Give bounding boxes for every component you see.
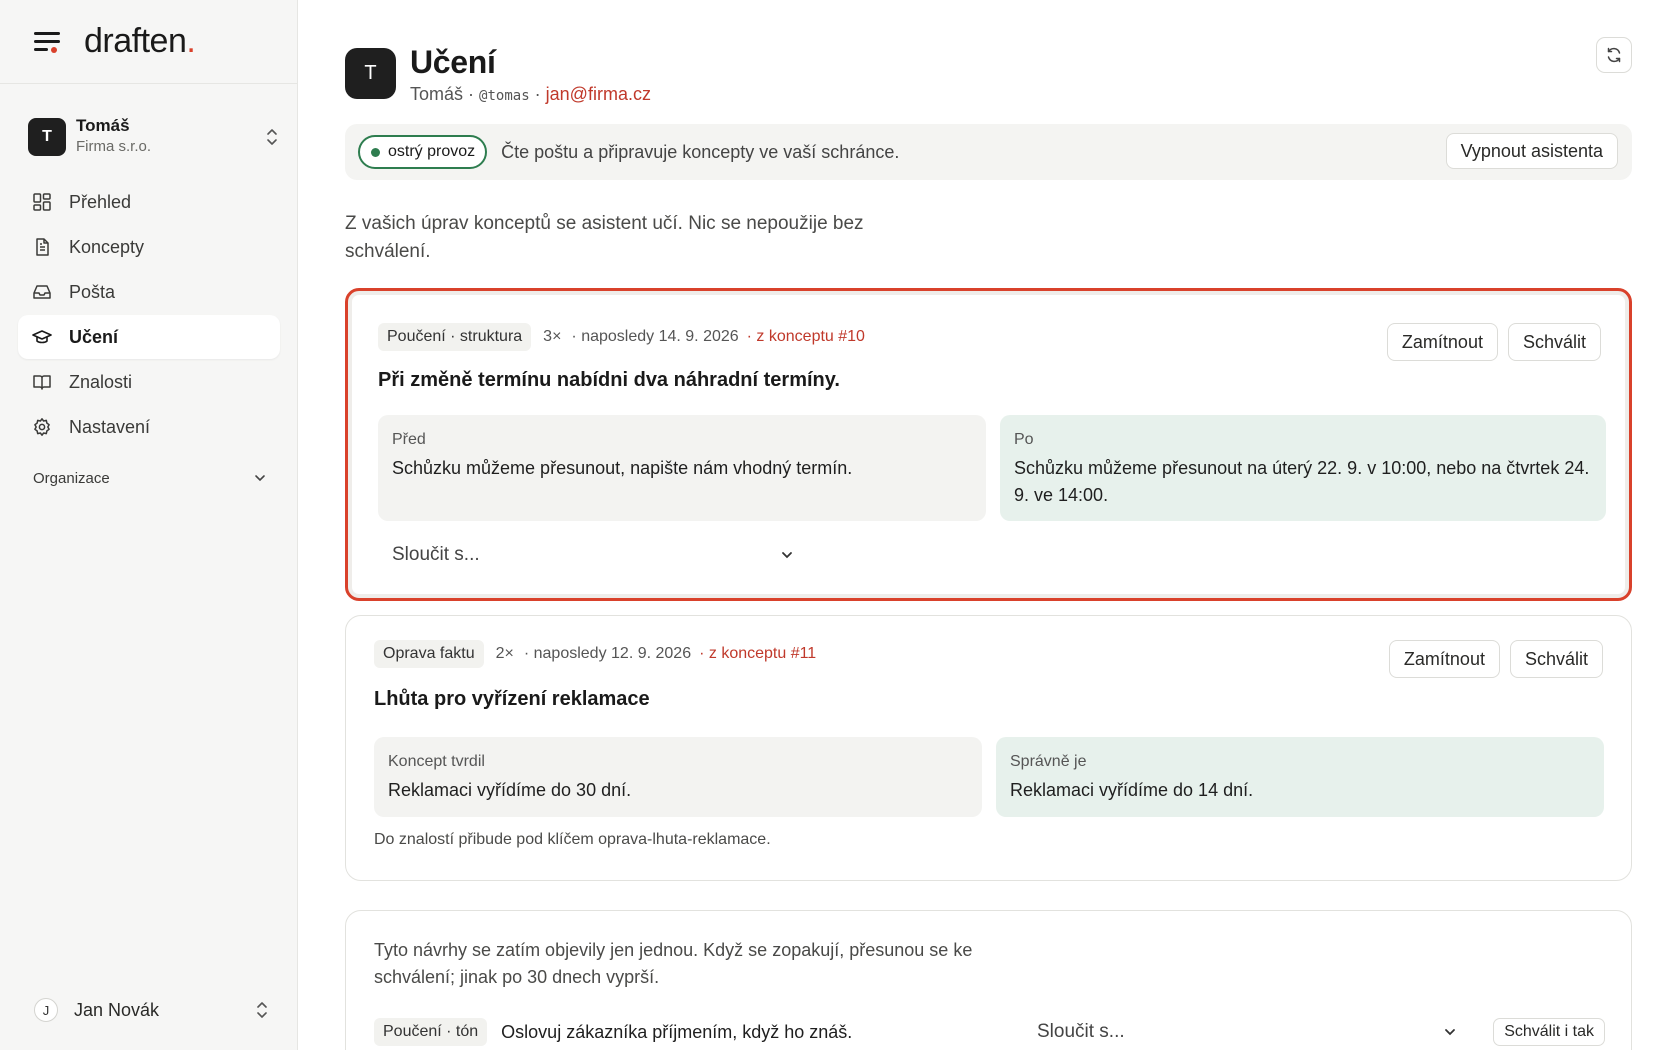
- source-draft-link[interactable]: · z konceptu #11: [699, 645, 816, 663]
- avatar: J: [34, 998, 58, 1022]
- sidebar-item-label: Přehled: [69, 191, 132, 212]
- sidebar-item-posta[interactable]: Pošta: [18, 270, 280, 314]
- after-text: Schůzku můžeme přesunout na úterý 22. 9.…: [1014, 458, 1590, 505]
- after-panel: Po Schůzku můžeme přesunout na úterý 22.…: [1000, 415, 1606, 521]
- disable-assistant-button[interactable]: Vypnout asistenta: [1445, 133, 1618, 169]
- source-draft-link[interactable]: · z konceptu #10: [747, 328, 865, 346]
- card-actions: Zamítnout Schválit: [1388, 640, 1603, 678]
- user-menu[interactable]: J Jan Novák: [34, 995, 270, 1025]
- workspace-org: Firma s.r.o.: [76, 138, 152, 155]
- before-panel: Koncept tvrdil Reklamaci vyřídíme do 30 …: [374, 737, 982, 817]
- intro-text: Z vašich úprav konceptů se asistent učí.…: [345, 213, 864, 262]
- main-content: T Učení Tomáš · @tomas · jan@firma.cz os…: [299, 0, 1680, 1050]
- reject-button[interactable]: Zamítnout: [1388, 640, 1500, 678]
- page-header: T Učení Tomáš · @tomas · jan@firma.cz: [345, 44, 651, 104]
- status-badge: ostrý provoz: [358, 135, 488, 169]
- approve-button[interactable]: Schválit: [1509, 640, 1603, 678]
- sidebar-item-label: Nastavení: [69, 416, 151, 437]
- sidebar-item-label: Koncepty: [69, 236, 145, 257]
- sidebar-item-label: Pošta: [69, 281, 116, 302]
- reject-button[interactable]: Zamítnout: [1386, 323, 1498, 361]
- organization-section-toggle[interactable]: Organizace: [33, 466, 267, 490]
- status-text: Čte poštu a připravuje koncepty ve vaší …: [501, 141, 900, 162]
- assistant-email[interactable]: jan@firma.cz: [546, 84, 651, 104]
- grid-icon: [33, 193, 51, 211]
- assistant-status-bar: ostrý provoz Čte poštu a připravuje konc…: [345, 124, 1632, 180]
- sidebar-item-label: Znalosti: [69, 371, 133, 392]
- merge-select[interactable]: Sloučit s...: [378, 535, 808, 575]
- separator: ·: [468, 84, 475, 104]
- card-actions: Zamítnout Schválit: [1386, 323, 1601, 361]
- page-subtitle: Tomáš · @tomas · jan@firma.cz: [410, 84, 651, 105]
- refresh-button[interactable]: [1596, 37, 1632, 73]
- card-tag: Poučení · tón: [374, 1018, 488, 1046]
- knowledge-note: Do znalostí přibude pod klíčem oprava-lh…: [374, 831, 771, 848]
- card-title: Lhůta pro vyřízení reklamace: [374, 688, 650, 710]
- status-dot: [371, 147, 380, 157]
- before-text: Schůzku můžeme přesunout, napište nám vh…: [392, 458, 853, 478]
- card-title: Při změně termínu nabídni dva náhradní t…: [378, 369, 840, 391]
- card-tag: Oprava faktu: [374, 640, 484, 668]
- before-label: Před: [392, 431, 426, 448]
- before-label: Koncept tvrdil: [388, 753, 485, 770]
- status-badge-label: ostrý provoz: [388, 143, 476, 160]
- user-name: Jan Novák: [74, 999, 160, 1020]
- merge-select-value: Sloučit s...: [1037, 1021, 1125, 1042]
- sidebar-item-znalosti[interactable]: Znalosti: [18, 360, 280, 404]
- sidebar-item-prehled[interactable]: Přehled: [18, 180, 280, 224]
- section-label: Organizace: [33, 469, 110, 487]
- inbox-icon: [33, 285, 51, 299]
- before-panel: Před Schůzku můžeme přesunout, napište n…: [378, 415, 986, 521]
- refresh-icon: [1607, 47, 1621, 63]
- last-seen: · naposledy 12. 9. 2026: [523, 645, 692, 662]
- after-label: Po: [1014, 431, 1034, 448]
- gear-icon: [34, 418, 50, 436]
- approve-button[interactable]: Schválit: [1507, 323, 1601, 361]
- pending-rule: Oslovuj zákazníka příjmením, když ho zná…: [501, 1021, 853, 1042]
- chevron-up-down-icon: [257, 1002, 267, 1018]
- merge-select[interactable]: Sloučit s...: [1037, 1017, 1457, 1047]
- card-tag: Poučení · struktura: [378, 323, 532, 351]
- occurrence-count: 3×: [543, 328, 562, 345]
- last-seen: · naposledy 14. 9. 2026: [571, 328, 739, 345]
- assistant-name: Tomáš: [410, 84, 464, 104]
- chevron-up-down-icon: [267, 129, 277, 145]
- occurrence-count: 2×: [495, 645, 514, 662]
- pending-text: Tyto návrhy se zatím objevily jen jednou…: [374, 940, 973, 987]
- pending-suggestions-card: Tyto návrhy se zatím objevily jen jednou…: [345, 910, 1632, 1050]
- book-icon: [33, 375, 51, 390]
- chevron-down-icon: [255, 475, 265, 482]
- chevron-down-icon: [782, 552, 792, 559]
- card-meta: Poučení · struktura 3× · naposledy 14. 9…: [378, 323, 865, 351]
- brand-header: draften.: [0, 0, 297, 84]
- workspace-switcher[interactable]: T Tomáš Firma s.r.o.: [18, 104, 280, 170]
- workspace-name: Tomáš: [76, 116, 130, 135]
- chevron-down-icon: [1445, 1029, 1455, 1036]
- approve-anyway-button[interactable]: Schválit i tak: [1493, 1018, 1605, 1046]
- card-meta: Oprava faktu 2× · naposledy 12. 9. 2026 …: [374, 640, 816, 668]
- learning-card: Oprava faktu 2× · naposledy 12. 9. 2026 …: [345, 615, 1632, 881]
- list-item: Poučení · tón Oslovuj zákazníka příjmení…: [374, 1017, 1605, 1047]
- sidebar-nav: Přehled Koncepty Pošta Učení Znalosti Na…: [18, 180, 280, 450]
- assistant-handle: @tomas: [479, 88, 530, 104]
- learning-card: Poučení · struktura 3× · naposledy 14. 9…: [345, 288, 1632, 601]
- after-label: Správně je: [1010, 753, 1087, 770]
- page-title: Učení: [410, 44, 496, 80]
- sidebar: draften. T Tomáš Firma s.r.o. Přehled Ko…: [0, 0, 298, 1050]
- after-text: Reklamaci vyřídíme do 14 dní.: [1010, 780, 1254, 800]
- separator: ·: [534, 84, 541, 104]
- graduation-cap-icon: [32, 330, 52, 344]
- after-panel: Správně je Reklamaci vyřídíme do 14 dní.: [996, 737, 1604, 817]
- merge-select-value: Sloučit s...: [392, 544, 480, 565]
- logo[interactable]: draften.: [84, 22, 196, 61]
- workspace-avatar: T: [28, 118, 66, 156]
- before-text: Reklamaci vyřídíme do 30 dní.: [388, 780, 632, 800]
- document-icon: [36, 238, 49, 256]
- sidebar-item-nastaveni[interactable]: Nastavení: [18, 405, 280, 449]
- avatar: T: [345, 48, 396, 99]
- sidebar-item-label: Učení: [69, 326, 119, 347]
- menu-icon[interactable]: [34, 31, 60, 53]
- sidebar-item-uceni[interactable]: Učení: [18, 315, 280, 359]
- sidebar-item-koncepty[interactable]: Koncepty: [18, 225, 280, 269]
